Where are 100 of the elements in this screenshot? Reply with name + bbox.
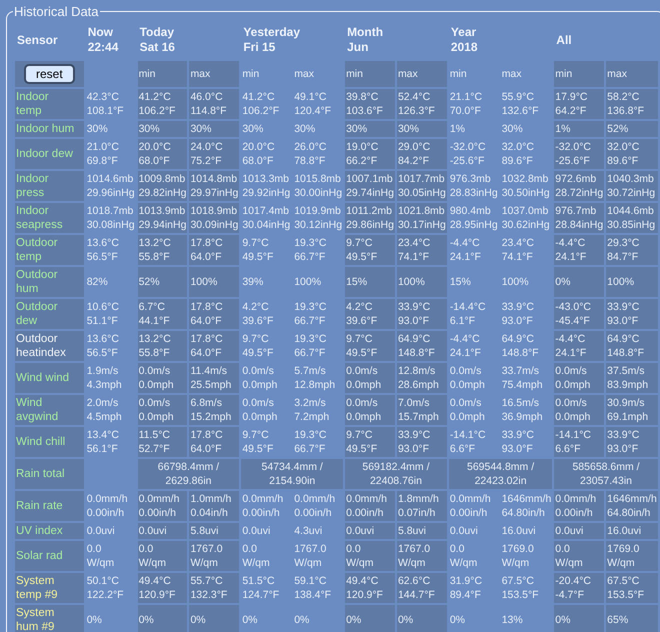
table-cell: 1014.8mb 29.97inHg <box>189 171 240 201</box>
table-cell: 19.0°C 66.2°F <box>345 139 395 169</box>
table-cell-text: 26.0°C 78.8°F <box>293 140 328 169</box>
table-cell: 1021.8mb 30.17inHg <box>396 203 447 233</box>
column-header: Month Jun <box>346 24 384 56</box>
subheader-cell: min <box>345 61 395 87</box>
table-cell: 1017.7mb 30.05inHg <box>396 171 447 201</box>
sensor-label: Rain total <box>15 459 84 489</box>
table-cell-text: 49.1°C 120.4°F <box>293 90 332 119</box>
subheader-cell: max <box>189 61 240 87</box>
table-cell: -32.0°C -25.6°F <box>554 139 604 169</box>
table-cell: 0% <box>345 605 395 632</box>
table-cell-text: 19.3°C 66.7°F <box>293 236 328 265</box>
table-cell: 100% <box>606 267 658 297</box>
table-cell-text: 0.0m/s 0.0mph <box>448 396 486 425</box>
table-cell: 17.9°C 64.2°F <box>554 89 604 119</box>
table-cell-text: 0% <box>241 613 258 628</box>
table-cell: 0.0uvi <box>138 523 188 539</box>
sensor-label: Solar rad <box>15 541 84 571</box>
table-cell-text: 64.9°C 148.8°F <box>500 332 540 361</box>
subheader-cell: max <box>606 61 658 87</box>
table-cell: 1018.9mb 30.09inHg <box>189 203 240 233</box>
table-cell: 66798.4mm / 2629.86in <box>138 459 240 489</box>
table-cell: -20.4°C -4.7°F <box>554 573 604 603</box>
table-cell-text: 67.5°C 153.5°F <box>500 574 540 603</box>
table-cell: 54734.4mm / 2154.90in <box>241 459 344 489</box>
table-cell-text: 0.0uvi <box>448 524 479 539</box>
table-cell-text: 13% <box>500 613 524 628</box>
table-cell: 17.8°C 64.0°F <box>189 331 240 361</box>
table-cell-text: 0.0mm/h 0.00in/h <box>86 492 129 521</box>
subheader-cell-text: min <box>448 67 468 82</box>
table-cell: 30% <box>345 121 395 137</box>
table-cell-text: 0% <box>448 613 466 628</box>
sensor-label: UV index <box>15 523 84 539</box>
table-cell-text: 0.0 W/qm <box>448 542 478 571</box>
table-cell: 0.0uvi <box>345 523 395 539</box>
table-cell-text: -14.4°C 6.1°F <box>448 300 487 329</box>
subheader-cell: min <box>138 61 188 87</box>
sensor-label: System temp #9 <box>15 573 84 603</box>
table-cell: 585658.6mm / 23057.43in <box>554 459 658 489</box>
table-cell-text: 30% <box>241 122 264 137</box>
table-cell: 33.9°C 93.0°F <box>606 299 658 329</box>
column-header: Today Sat 16 <box>138 24 176 56</box>
table-cell-text: 13.6°C 56.5°F <box>86 236 120 265</box>
table-cell-text: 4.3uvi <box>293 524 324 539</box>
table-cell-text: 33.9°C 93.0°F <box>500 428 535 457</box>
table-cell: 1769.0 W/qm <box>606 541 658 571</box>
table-cell: 52% <box>606 121 658 137</box>
table-cell-text: 0% <box>86 613 103 628</box>
table-cell-text: 1014.6mb 29.96inHg <box>86 172 136 201</box>
table-cell: 0% <box>189 605 240 632</box>
table-cell: 41.2°C 106.2°F <box>138 89 188 119</box>
table-cell: 6.8m/s 15.2mph <box>189 395 240 425</box>
table-cell: 52% <box>138 267 188 297</box>
table-cell: 0.0m/s 0.0mph <box>138 395 188 425</box>
table-cell: 1767.0 W/qm <box>189 541 240 571</box>
table-cell-text: 0.0mm/h 0.00in/h <box>293 492 336 521</box>
table-cell-text: 2.0m/s 4.5mph <box>86 396 123 425</box>
table-cell: 0.0m/s 0.0mph <box>138 363 188 393</box>
table-cell: 52.4°C 126.3°F <box>396 89 447 119</box>
table-cell: 33.9°C 93.0°F <box>396 299 447 329</box>
table-cell-text: 13.4°C 56.1°F <box>86 428 120 457</box>
table-cell: 100% <box>396 267 447 297</box>
table-cell-text: 0% <box>293 613 310 628</box>
table-cell-text: 33.7m/s 75.4mph <box>500 364 544 393</box>
table-cell-text: 39% <box>241 275 264 290</box>
reset-button[interactable]: reset <box>24 64 75 84</box>
table-cell: 0.0mm/h 0.00in/h <box>138 491 188 521</box>
table-cell-text: 1% <box>448 122 466 137</box>
table-cell: 17.8°C 64.0°F <box>189 299 240 329</box>
table-cell: 20.0°C 68.0°F <box>138 139 188 169</box>
sensor-label: Wind avgwind <box>15 395 84 425</box>
sensor-label: Outdoor temp <box>15 235 84 265</box>
table-cell: 5.8uvi <box>189 523 240 539</box>
table-cell: 62.6°C 144.7°F <box>396 573 447 603</box>
table-cell-text: -4.4°C 24.1°F <box>448 332 482 361</box>
table-cell-text: 21.1°C 70.0°F <box>448 90 484 119</box>
table-cell-text: 19.3°C 66.7°F <box>293 332 328 361</box>
table-cell: 11.5°C 52.7°F <box>138 427 188 457</box>
table-cell: 0.0 W/qm <box>138 541 188 571</box>
table-cell: 0% <box>554 267 604 297</box>
table-cell-text: 100% <box>293 275 322 290</box>
table-cell: 9.7°C 49.5°F <box>345 235 395 265</box>
table-cell: 30% <box>138 121 188 137</box>
table-cell: 37.5m/s 83.9mph <box>606 363 658 393</box>
table-cell-text: 30% <box>86 122 109 137</box>
table-cell-text: 1.9m/s 4.3mph <box>86 364 123 393</box>
table-cell-text: 23.4°C 74.1°F <box>500 236 535 265</box>
table-cell-text: 55.9°C 132.6°F <box>500 90 540 119</box>
table-cell: 49.4°C 120.9°F <box>345 573 395 603</box>
table-cell: 9.7°C 49.5°F <box>345 331 395 361</box>
table-cell: 1044.6mb 30.85inHg <box>606 203 658 233</box>
table-cell-text: 19.3°C 66.7°F <box>293 300 328 329</box>
table-cell-text: 16.0uvi <box>500 524 537 539</box>
table-cell: 5.8uvi <box>396 523 447 539</box>
table-cell-text: 0.0m/s 0.0mph <box>241 396 278 425</box>
sensor-label: Indoor seapress <box>15 203 84 233</box>
table-cell: 49.4°C 120.9°F <box>138 573 188 603</box>
table-cell-text: 0.0mm/h 0.00in/h <box>241 492 284 521</box>
column-header: Yesterday Fri 15 <box>242 24 302 56</box>
